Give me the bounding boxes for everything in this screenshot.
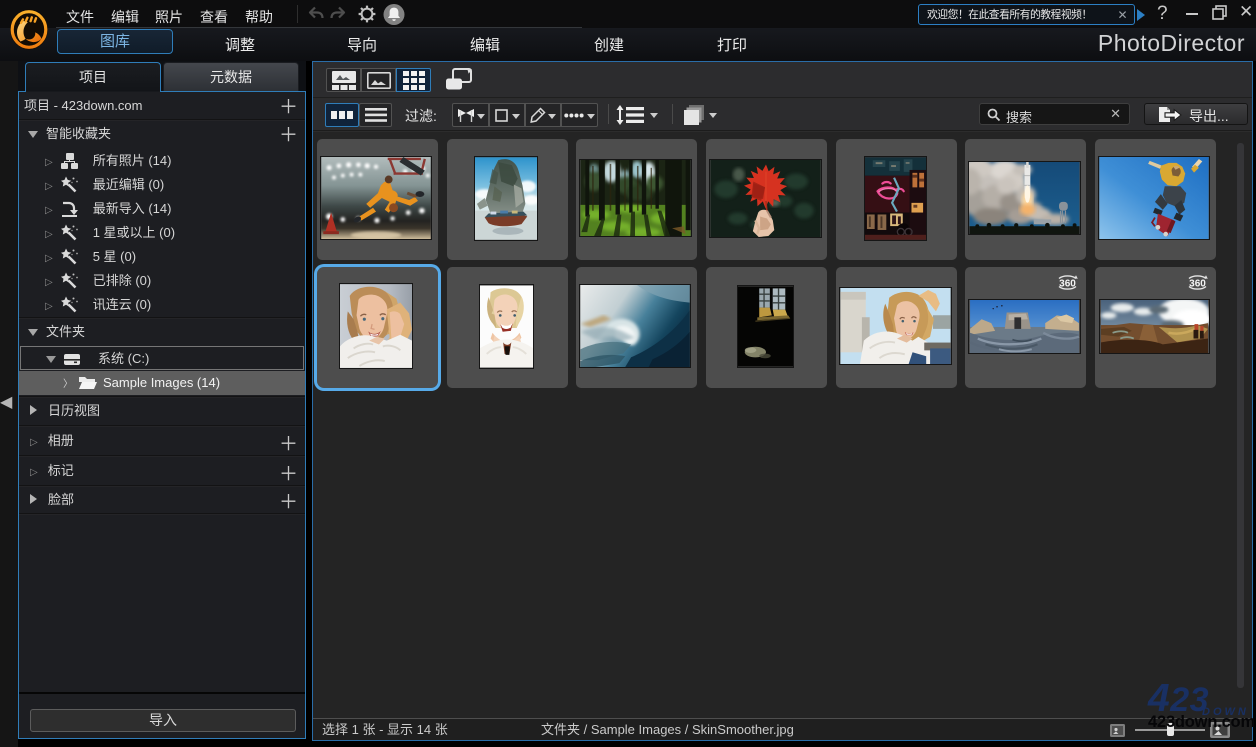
svg-text:360: 360 <box>1189 279 1206 290</box>
svg-text:360: 360 <box>1059 279 1076 290</box>
